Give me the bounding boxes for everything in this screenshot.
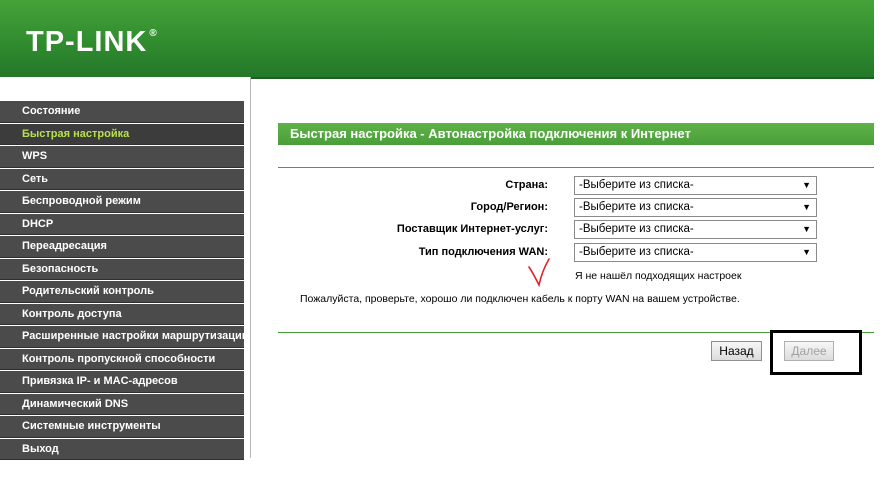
sidebar-item-network[interactable]: Сеть [0, 168, 244, 190]
region-select[interactable]: -Выберите из списка- ▼ [574, 198, 817, 217]
sidebar-item-dynamic-dns[interactable]: Динамический DNS [0, 393, 244, 415]
next-button-highlight-box [770, 330, 862, 375]
country-row: Страна: -Выберите из списка- ▼ [278, 176, 874, 196]
chevron-down-icon: ▼ [802, 224, 811, 234]
sidebar-item-quick-setup[interactable]: Быстрая настройка [0, 123, 244, 145]
chevron-down-icon: ▼ [802, 180, 811, 190]
red-checkmark-annotation [528, 258, 550, 287]
sidebar-item-security[interactable]: Безопасность [0, 258, 244, 280]
region-row: Город/Регион: -Выберите из списка- ▼ [278, 198, 874, 218]
sidebar-item-wireless[interactable]: Беспроводной режим [0, 191, 244, 213]
header-banner: TP-LINK ® [0, 0, 874, 79]
isp-label: Поставщик Интернет-услуг: [396, 223, 548, 235]
back-button[interactable]: Назад [711, 341, 762, 361]
country-label: Страна: [505, 179, 548, 191]
sidebar-item-logout[interactable]: Выход [0, 438, 244, 460]
wan-type-row: Тип подключения WAN: -Выберите из списка… [278, 243, 874, 263]
divider-top [278, 167, 874, 168]
sidebar-item-status[interactable]: Состояние [0, 101, 244, 123]
page-title: Быстрая настройка - Автонастройка подклю… [278, 123, 874, 145]
sidebar-item-system-tools[interactable]: Системные инструменты [0, 416, 244, 438]
chevron-down-icon: ▼ [802, 247, 811, 257]
isp-row: Поставщик Интернет-услуг: -Выберите из с… [278, 220, 874, 240]
no-settings-checkbox-label[interactable]: Я не нашёл подходящих настроек [575, 270, 741, 282]
tp-link-logo: TP-LINK ® [26, 26, 158, 58]
sidebar-item-wps[interactable]: WPS [0, 146, 244, 168]
sidebar-menu: Состояние Быстрая настройка WPS Сеть Бес… [0, 101, 244, 461]
chevron-down-icon: ▼ [802, 202, 811, 212]
sidebar-item-dhcp[interactable]: DHCP [0, 213, 244, 235]
sidebar-item-bandwidth-control[interactable]: Контроль пропускной способности [0, 348, 244, 370]
main-content: Быстрая настройка - Автонастройка подклю… [251, 79, 874, 458]
region-label: Город/Регион: [470, 201, 548, 213]
isp-select[interactable]: -Выберите из списка- ▼ [574, 220, 817, 239]
sidebar-item-ip-mac-binding[interactable]: Привязка IP- и MAC-адресов [0, 371, 244, 393]
sidebar: Состояние Быстрая настройка WPS Сеть Бес… [0, 77, 251, 461]
sidebar-item-parental-control[interactable]: Родительский контроль [0, 281, 244, 303]
sidebar-item-access-control[interactable]: Контроль доступа [0, 303, 244, 325]
country-select[interactable]: -Выберите из списка- ▼ [574, 176, 817, 195]
cable-hint: Пожалуйста, проверьте, хорошо ли подключ… [300, 293, 740, 305]
sidebar-item-advanced-routing[interactable]: Расширенные настройки маршрутизации [0, 326, 244, 348]
sidebar-item-forwarding[interactable]: Переадресация [0, 236, 244, 258]
wan-type-select[interactable]: -Выберите из списка- ▼ [574, 243, 817, 262]
